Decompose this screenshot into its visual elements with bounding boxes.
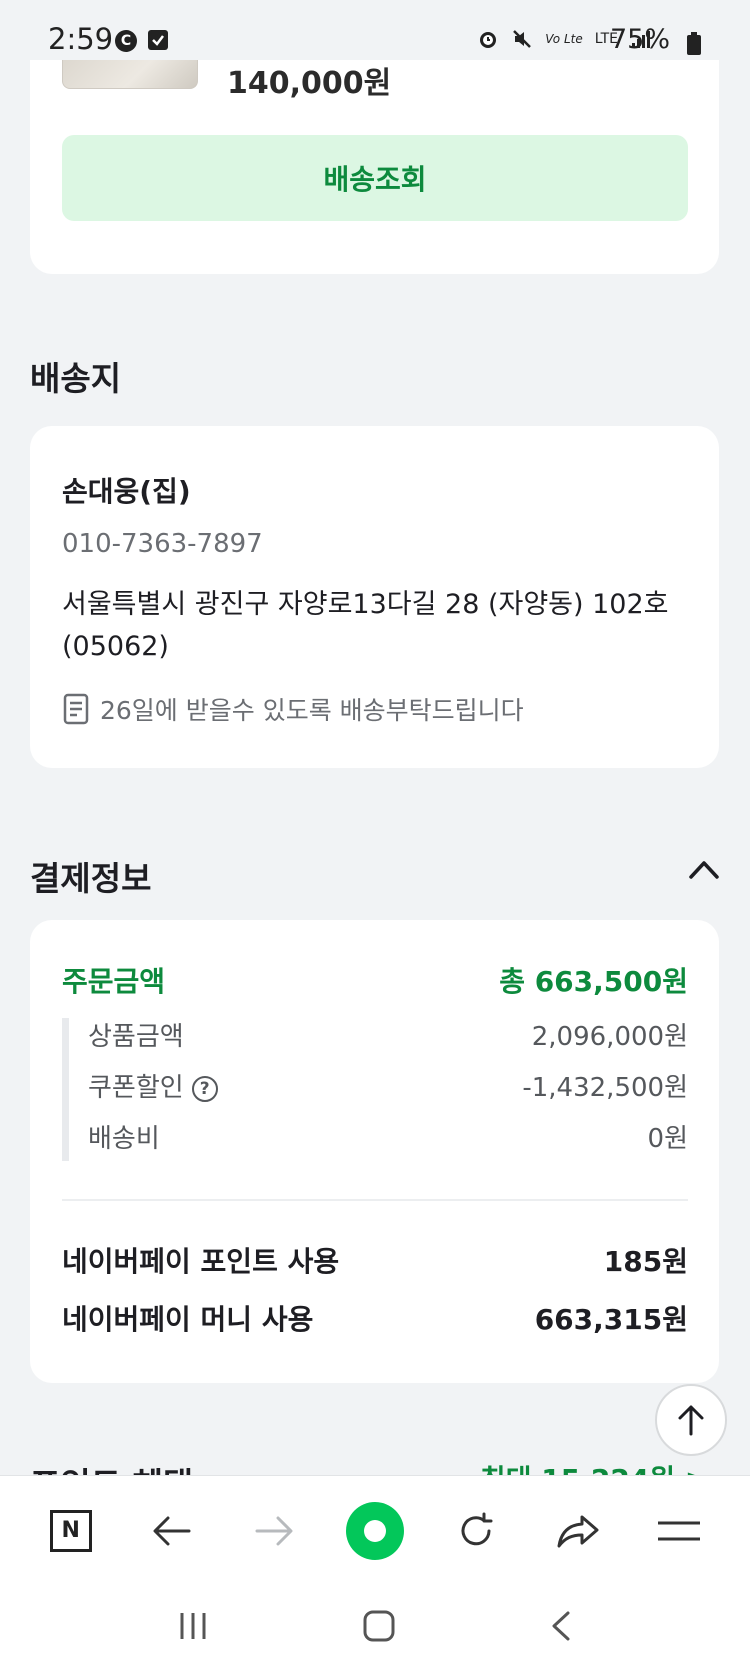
battery-percent: 75% [609, 24, 670, 55]
naverpay-point-label: 네이버페이 포인트 사용 [62, 1245, 340, 1278]
payment-card: 주문금액 총 663,500원 상품금액 2,096,000원 쿠폰할인? -1… [30, 920, 719, 1383]
forward-arrow-icon [255, 1516, 293, 1545]
shipping-fee-value: 0원 [647, 1124, 688, 1154]
shipping-section-title: 배송지 [30, 359, 122, 398]
refresh-button[interactable] [436, 1491, 516, 1571]
back-arrow-icon [153, 1516, 191, 1545]
naverpay-point-value: 185원 [603, 1245, 688, 1278]
coupon-discount-label: 쿠폰할인 [88, 1073, 184, 1103]
menu-button[interactable] [639, 1491, 719, 1571]
alarm-icon [480, 32, 497, 48]
recipient-address: 서울특별시 광진구 자양로13다길 28 (자양동) 102호 (05062) [62, 589, 669, 662]
naverpay-money-label: 네이버페이 머니 사용 [62, 1303, 314, 1336]
shipping-fee-row: 배송비 0원 [88, 1118, 688, 1155]
track-delivery-button[interactable]: 배송조회 [62, 135, 688, 221]
product-amount-label: 상품금액 [88, 1022, 184, 1052]
share-icon [557, 1515, 599, 1547]
arrow-up-icon [678, 1405, 704, 1436]
product-amount-value: 2,096,000원 [531, 1022, 688, 1052]
home-icon[interactable] [362, 1609, 396, 1643]
scroll-to-top-button[interactable] [655, 1384, 727, 1456]
forward-button[interactable] [234, 1491, 314, 1571]
shipping-address-card: 손대웅(집) 010-7363-7897 서울특별시 광진구 자양로13다길 2… [30, 426, 719, 768]
green-dot-button[interactable] [335, 1491, 415, 1571]
coupon-discount-label-wrap: 쿠폰할인? [88, 1067, 218, 1104]
refresh-icon [461, 1512, 493, 1545]
order-amount-label: 주문금액 [62, 965, 166, 998]
c-badge-icon: C [115, 30, 137, 52]
browser-toolbar: N [0, 1475, 750, 1585]
product-card: 140,000원 배송조회 [30, 40, 719, 274]
document-icon [63, 693, 89, 725]
help-icon[interactable]: ? [191, 1075, 218, 1102]
detail-indent-bar [62, 1018, 69, 1161]
recipient-phone: 010-7363-7897 [62, 529, 263, 559]
coupon-discount-row: 쿠폰할인? -1,432,500원 [88, 1067, 688, 1104]
status-bar: 2:59 C Vo Lte LTE 75% [0, 0, 750, 60]
back-button[interactable] [132, 1491, 212, 1571]
system-nav-bar [0, 1585, 750, 1667]
coupon-discount-value: -1,432,500원 [522, 1073, 688, 1103]
share-button[interactable] [538, 1491, 618, 1571]
checkbox-notification-icon [148, 30, 168, 50]
naverpay-point-row: 네이버페이 포인트 사용 185원 [62, 1240, 688, 1280]
order-amount-row: 주문금액 총 663,500원 [62, 960, 688, 1000]
volte-label: Vo Lte [545, 32, 583, 46]
menu-icon [658, 1521, 701, 1540]
naverpay-money-row: 네이버페이 머니 사용 663,315원 [62, 1298, 688, 1338]
delivery-memo: 26일에 받을수 있도록 배송부탁드립니다 [62, 691, 524, 727]
chevron-up-icon[interactable] [688, 858, 720, 880]
recent-apps-icon[interactable] [177, 1611, 209, 1641]
order-amount-value: 총 663,500원 [499, 965, 688, 998]
green-dot-icon [345, 1501, 404, 1560]
payment-divider [62, 1199, 688, 1201]
recipient-name: 손대웅(집) [62, 475, 191, 508]
naverpay-money-value: 663,315원 [534, 1303, 688, 1336]
shipping-fee-label: 배송비 [88, 1124, 160, 1154]
product-price: 140,000원 [227, 66, 392, 101]
product-amount-row: 상품금액 2,096,000원 [88, 1016, 688, 1053]
battery-icon [687, 32, 701, 55]
naver-home-icon: N [49, 1509, 92, 1552]
payment-section-title: 결제정보 [30, 859, 152, 898]
back-icon[interactable] [549, 1610, 573, 1642]
delivery-memo-text: 26일에 받을수 있도록 배송부탁드립니다 [100, 696, 524, 725]
mute-icon [513, 30, 532, 48]
status-time: 2:59 [48, 22, 114, 56]
naver-home-button[interactable]: N [31, 1491, 111, 1571]
